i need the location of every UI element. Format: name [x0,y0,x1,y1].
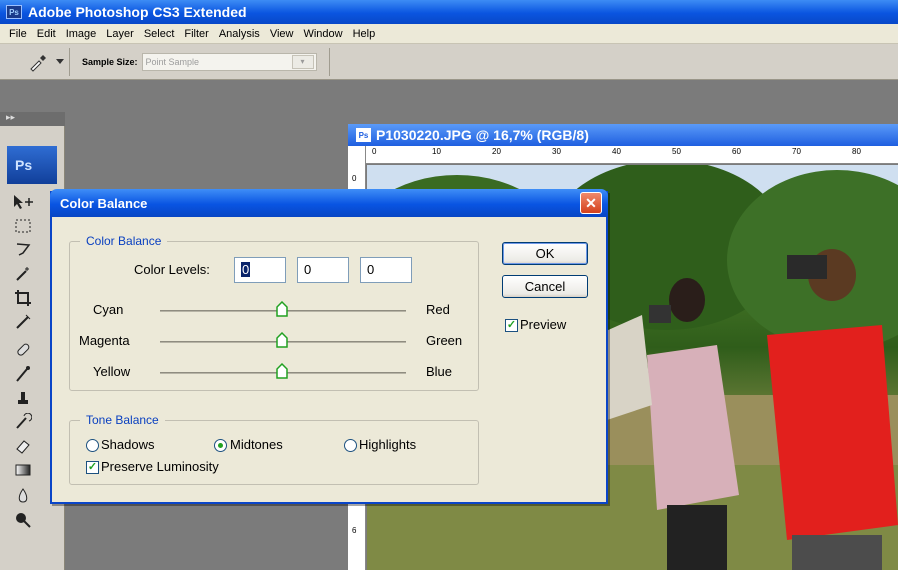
slider-red-label: Red [426,302,450,317]
preview-checkbox[interactable]: ✓ [505,319,518,332]
slider-blue-label: Blue [426,364,453,379]
color-balance-dialog: Color Balance ✕ Color Balance Color Leve… [50,189,608,504]
sample-size-select[interactable]: Point Sample ▾ [141,52,317,71]
ruler-mark: 80 [852,147,861,156]
shadows-radio[interactable] [86,439,99,452]
toolbox-grip[interactable]: ▸▸ [0,112,65,126]
shadows-label: Shadows [101,437,155,452]
preserve-luminosity-checkbox[interactable]: ✓ [86,461,99,474]
document-title: P1030220.JPG @ 16,7% (RGB/8) [376,127,589,143]
dialog-title-bar[interactable]: Color Balance ✕ [50,189,608,217]
highlights-label: Highlights [359,437,417,452]
menu-layer[interactable]: Layer [101,28,139,40]
healing-brush-tool-icon[interactable] [8,338,38,362]
menu-bar: File Edit Image Layer Select Filter Anal… [0,24,898,44]
preserve-luminosity-label: Preserve Luminosity [101,459,219,474]
close-button[interactable]: ✕ [580,192,602,214]
ruler-mark: 60 [732,147,741,156]
dialog-title: Color Balance [60,195,148,211]
ruler-mark: 0 [372,147,377,156]
history-brush-tool-icon[interactable] [8,410,38,434]
menu-help[interactable]: Help [348,28,381,40]
color-balance-group-label: Color Balance [80,234,168,248]
horizontal-ruler: 0 10 20 30 40 50 60 70 80 [348,146,898,164]
crop-tool-icon[interactable] [8,286,38,310]
slider-cyan-label: Cyan [93,302,124,317]
slider-green-label: Green [426,333,463,348]
tone-balance-group: Tone Balance [69,413,479,485]
tone-balance-group-label: Tone Balance [80,413,165,427]
slice-tool-icon[interactable] [8,310,38,334]
highlights-radio[interactable] [344,439,357,452]
color-level-input-1[interactable]: 0 [234,257,286,283]
menu-edit[interactable]: Edit [32,28,61,40]
preview-label: Preview [520,317,567,332]
ruler-mark: 0 [352,174,357,183]
brush-tool-icon[interactable] [8,362,38,386]
move-tool-icon[interactable] [8,190,38,214]
ruler-mark: 10 [432,147,441,156]
document-title-bar[interactable]: Ps P1030220.JPG @ 16,7% (RGB/8) [348,124,898,146]
color-level-input-3[interactable]: 0 [360,257,412,283]
eyedropper-icon [30,54,46,72]
color-level-value-3: 0 [367,262,375,277]
dodge-tool-icon[interactable] [8,508,38,532]
blur-tool-icon[interactable] [8,484,38,508]
photoshop-logo: Ps [7,146,57,184]
marquee-tool-icon[interactable] [8,214,38,238]
color-levels-label: Color Levels: [134,262,210,277]
gradient-tool-icon[interactable] [8,458,38,482]
color-level-input-2[interactable]: 0 [297,257,349,283]
magenta-green-slider-thumb[interactable] [276,332,288,348]
cancel-button[interactable]: Cancel [502,275,588,298]
yellow-blue-slider-thumb[interactable] [276,363,288,379]
ruler-mark: 30 [552,147,561,156]
app-title: Adobe Photoshop CS3 Extended [28,4,247,20]
midtones-radio[interactable] [214,439,227,452]
sample-size-value: Point Sample [145,56,200,67]
document-icon: Ps [356,128,371,142]
options-divider [328,47,330,76]
menu-select[interactable]: Select [139,28,180,40]
cyan-red-slider-thumb[interactable] [276,301,288,317]
ruler-mark: 70 [792,147,801,156]
options-bar: Sample Size: Point Sample ▾ [0,44,898,80]
color-level-value-1: 0 [241,262,251,277]
chevron-down-icon: ▾ [291,54,314,69]
ruler-mark: 50 [672,147,681,156]
sample-size-label: Sample Size: [82,56,138,67]
app-title-bar: Ps Adobe Photoshop CS3 Extended [0,0,898,24]
slider-yellow-label: Yellow [93,364,131,379]
ruler-mark: 6 [352,526,357,535]
menu-file[interactable]: File [4,28,32,40]
menu-view[interactable]: View [265,28,299,40]
lasso-tool-icon[interactable] [8,238,38,262]
menu-window[interactable]: Window [298,28,347,40]
dropdown-arrow-icon [56,58,64,64]
color-level-value-2: 0 [304,262,312,277]
ruler-mark: 20 [492,147,501,156]
eraser-tool-icon[interactable] [8,434,38,458]
midtones-label: Midtones [230,437,283,452]
photoshop-app-icon: Ps [6,5,22,19]
tool-preset-picker[interactable] [10,47,70,76]
clone-stamp-tool-icon[interactable] [8,386,38,410]
menu-analysis[interactable]: Analysis [214,28,265,40]
ok-button[interactable]: OK [502,242,588,265]
magic-wand-tool-icon[interactable] [8,262,38,286]
slider-magenta-label: Magenta [79,333,130,348]
menu-filter[interactable]: Filter [179,28,213,40]
ruler-mark: 40 [612,147,621,156]
menu-image[interactable]: Image [61,28,102,40]
